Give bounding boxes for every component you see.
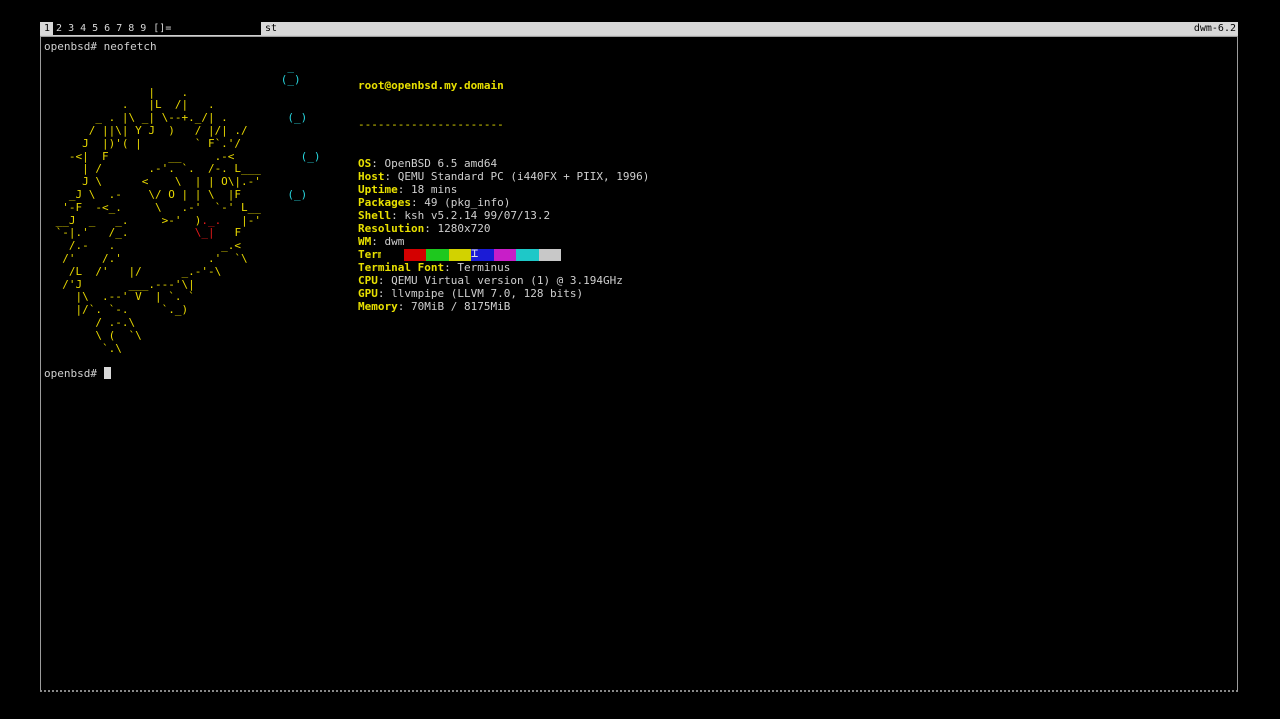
window-title-text: st xyxy=(265,23,278,34)
dwm-status-bar: 1 2 3 4 5 6 7 8 9 []= st dwm-6.2 xyxy=(40,22,1238,36)
info-value: : llvmpipe (LLVM 7.0, 128 bits) xyxy=(377,287,584,300)
layout-symbol[interactable]: []= xyxy=(149,22,175,35)
text-cursor-icon: ⌶ xyxy=(471,246,479,260)
openbsd-ascii-logo: _ (_) | . . |L /| . _ . |\ _| \--+._/| .… xyxy=(49,60,321,355)
terminal-window[interactable]: openbsd# neofetch _ (_) | . . |L /| . _ … xyxy=(40,36,1238,692)
info-key: Terminal Font xyxy=(358,261,445,274)
info-value: : 49 (pkg_info) xyxy=(410,196,511,209)
info-row: GPU: llvmpipe (LLVM 7.0, 128 bits) xyxy=(358,287,649,300)
status-text: dwm-6.2 xyxy=(1193,23,1236,34)
color-swatch xyxy=(516,249,539,261)
logo-line: `.\ xyxy=(49,341,122,355)
user-host: root@openbsd.my.domain xyxy=(358,79,504,92)
color-swatch xyxy=(381,249,404,261)
info-row: Terminal Font: Terminus xyxy=(358,261,649,274)
info-row: CPU: QEMU Virtual version (1) @ 3.194GHz xyxy=(358,274,649,287)
info-fields: OS: OpenBSD 6.5 amd64 Host: QEMU Standard… xyxy=(358,157,649,313)
prompt-text: openbsd# xyxy=(44,367,104,380)
info-value: : 18 mins xyxy=(397,183,458,196)
info-key: WM xyxy=(358,235,372,248)
info-row: OS: OpenBSD 6.5 amd64 xyxy=(358,157,649,170)
info-key: Uptime xyxy=(358,183,398,196)
info-value: : Terminus xyxy=(444,261,511,274)
desktop: 1 2 3 4 5 6 7 8 9 []= st dwm-6.2 openbsd# neofetc… xyxy=(0,0,1280,719)
info-row: Resolution: 1280x720 xyxy=(358,222,649,235)
color-swatch xyxy=(426,249,449,261)
info-row: Memory: 70MiB / 8175MiB xyxy=(358,300,649,313)
tag-7[interactable]: 7 xyxy=(113,22,126,35)
command-line: openbsd# neofetch xyxy=(44,40,157,53)
info-value: : 1280x720 xyxy=(424,222,491,235)
terminal-cursor xyxy=(103,367,111,379)
tag-4[interactable]: 4 xyxy=(77,22,90,35)
info-key: Shell xyxy=(358,209,392,222)
color-swatch xyxy=(538,249,561,261)
info-row: WM: dwm xyxy=(358,235,649,248)
info-key: CPU xyxy=(358,274,378,287)
window-title[interactable]: st dwm-6.2 xyxy=(261,22,1238,35)
info-value: : OpenBSD 6.5 amd64 xyxy=(371,157,498,170)
color-swatch xyxy=(448,249,471,261)
neofetch-info: root@openbsd.my.domain -----------------… xyxy=(358,53,649,339)
info-value: : QEMU Standard PC (i440FX + PIIX, 1996) xyxy=(384,170,650,183)
info-key: Resolution xyxy=(358,222,425,235)
info-key: Memory xyxy=(358,300,398,313)
info-value: : dwm xyxy=(371,235,405,248)
info-key: GPU xyxy=(358,287,378,300)
info-row: Shell: ksh v5.2.14 99/07/13.2 xyxy=(358,209,649,222)
info-key: OS xyxy=(358,157,372,170)
color-swatch xyxy=(493,249,516,261)
info-row: Packages: 49 (pkg_info) xyxy=(358,196,649,209)
tag-8[interactable]: 8 xyxy=(125,22,138,35)
info-row: Uptime: 18 mins xyxy=(358,183,649,196)
info-value: : ksh v5.2.14 99/07/13.2 xyxy=(391,209,551,222)
info-key: Packages xyxy=(358,196,411,209)
info-value: : 70MiB / 8175MiB xyxy=(397,300,511,313)
color-swatch xyxy=(403,249,426,261)
info-key: Host xyxy=(358,170,385,183)
info-row: Host: QEMU Standard PC (i440FX + PIIX, 1… xyxy=(358,170,649,183)
shell-prompt[interactable]: openbsd# xyxy=(44,367,111,380)
info-separator: ---------------------- xyxy=(358,118,504,131)
tag-6[interactable]: 6 xyxy=(101,22,114,35)
tag-list: 1 2 3 4 5 6 7 8 9 []= xyxy=(40,22,175,35)
tag-1[interactable]: 1 xyxy=(40,22,54,35)
tag-3[interactable]: 3 xyxy=(65,22,78,35)
info-value: : QEMU Virtual version (1) @ 3.194GHz xyxy=(377,274,623,287)
tag-5[interactable]: 5 xyxy=(89,22,102,35)
tag-2[interactable]: 2 xyxy=(53,22,66,35)
tag-9[interactable]: 9 xyxy=(137,22,150,35)
